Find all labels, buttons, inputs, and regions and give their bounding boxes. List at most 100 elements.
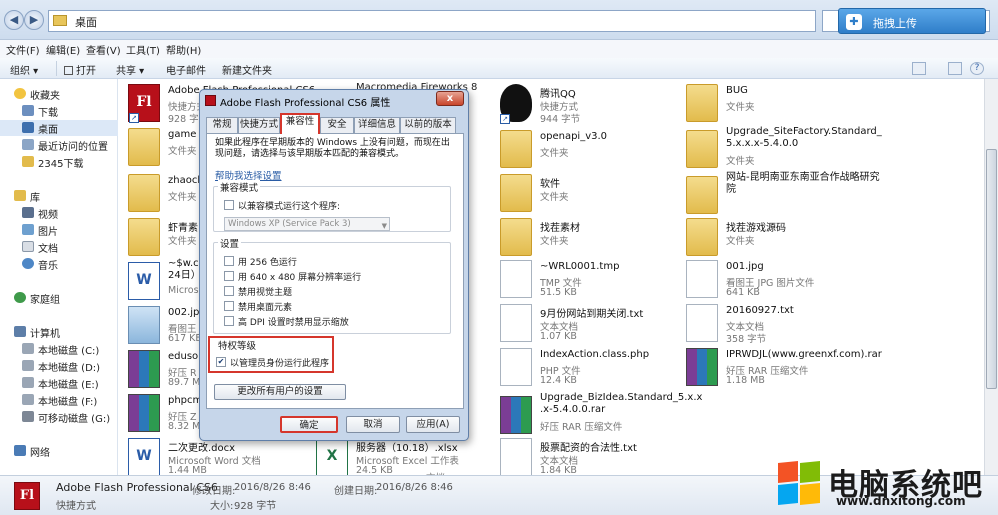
compat-mode-checkbox[interactable]: 以兼容模式运行这个程序: — [224, 199, 404, 212]
share-button[interactable]: 共享 ▾ — [116, 62, 144, 77]
nav-computer[interactable]: 计算机 — [0, 324, 118, 340]
nav-drive-f[interactable]: 本地磁盘 (F:) — [0, 392, 118, 408]
tab-compatibility[interactable]: 兼容性 — [280, 113, 320, 134]
file-name: game — [168, 129, 197, 140]
forward-button[interactable]: ▶ — [24, 10, 44, 30]
apply-button[interactable]: 应用(A) — [406, 416, 460, 433]
file-item-software[interactable]: 软件 文件夹 — [500, 172, 676, 216]
folder-icon — [686, 130, 718, 168]
address-field[interactable]: 桌面 — [48, 10, 816, 32]
nav-downloads[interactable]: 下载 — [0, 103, 118, 119]
file-item-bizidea-rar[interactable]: Upgrade_BizIdea.Standard_5.x.x .x-5.4.0.0… — [500, 392, 702, 438]
file-size: 8.32 M — [168, 421, 201, 432]
file-item-sitefactory[interactable]: Upgrade_SiteFactory.Standard_ 5.x.x.x-5.4… — [686, 126, 886, 172]
folder-icon — [500, 218, 532, 256]
file-name: 网站-昆明南亚东南亚合作战略研究院 — [726, 172, 880, 195]
nav-videos[interactable]: 视频 — [0, 205, 118, 221]
organize-button[interactable]: 组织 ▾ — [10, 62, 38, 77]
file-item-php[interactable]: IndexAction.class.php PHP 文件 12.4 KB — [500, 346, 676, 390]
file-item-iprwdjl-rar[interactable]: IPRWDJL(www.greenxf.com).rar 好压 RAR 压缩文件… — [686, 346, 886, 390]
nav-homegroup[interactable]: 家庭组 — [0, 290, 118, 306]
setting-high-dpi-checkbox[interactable]: 高 DPI 设置时禁用显示缩放 — [224, 315, 404, 328]
cancel-button[interactable]: 取消 — [346, 416, 400, 433]
new-folder-button[interactable]: 新建文件夹 — [222, 62, 272, 77]
nav-drive-g[interactable]: 可移动磁盘 (G:) — [0, 409, 118, 425]
file-item-xlsx[interactable]: X 服务器（10.18）.xlsx Microsoft Excel 工作表 24… — [316, 436, 492, 480]
setting-640x480-checkbox[interactable]: 用 640 x 480 屏幕分辨率运行 — [224, 270, 404, 283]
star-icon — [14, 88, 26, 99]
nav-label: 音乐 — [38, 261, 58, 272]
tab-general[interactable]: 常规 — [206, 117, 238, 133]
checkbox-label: 禁用桌面元素 — [238, 303, 293, 313]
nav-label: 可移动磁盘 (G:) — [38, 414, 111, 425]
nav-drive-c[interactable]: 本地磁盘 (C:) — [0, 341, 118, 357]
tab-previous-versions[interactable]: 以前的版本 — [400, 117, 456, 133]
email-button[interactable]: 电子邮件 — [166, 62, 206, 77]
file-item-gupiao-txt[interactable]: 股票配资的合法性.txt 文本文档 1.84 KB — [500, 436, 676, 480]
nav-network[interactable]: 网络 — [0, 443, 118, 459]
folder-icon — [22, 156, 34, 167]
nav-pictures[interactable]: 图片 — [0, 222, 118, 238]
file-item-openapi[interactable]: openapi_v3.0 文件夹 — [500, 128, 676, 172]
file-item-wrl-tmp[interactable]: ~WRL0001.tmp TMP 文件 51.5 KB — [500, 258, 676, 302]
file-item-kunming[interactable]: 网站-昆明南亚东南亚合作战略研究院 — [686, 172, 886, 218]
file-item-qq[interactable]: ↗ 腾讯QQ 快捷方式 944 字节 — [500, 82, 676, 126]
file-name: ~WRL0001.tmp — [540, 261, 620, 272]
tab-details[interactable]: 详细信息 — [354, 117, 400, 133]
nav-drive-d[interactable]: 本地磁盘 (D:) — [0, 358, 118, 374]
setting-disable-themes-checkbox[interactable]: 禁用视觉主题 — [224, 285, 404, 298]
network-icon — [14, 445, 26, 456]
menu-tools[interactable]: 工具(T) — [126, 42, 160, 57]
homegroup-icon — [14, 292, 26, 303]
settings-group: 设置 用 256 色运行 用 640 x 480 屏幕分辨率运行 禁用视觉主题 … — [213, 236, 451, 334]
tab-shortcut[interactable]: 快捷方式 — [238, 117, 280, 133]
view-options-icon[interactable] — [912, 62, 926, 75]
file-type: 文件夹 — [168, 236, 197, 247]
scrollbar-thumb[interactable] — [986, 149, 997, 389]
compat-mode-select[interactable]: Windows XP (Service Pack 3) ▼ — [224, 217, 390, 231]
ok-button[interactable]: 确定 — [280, 416, 338, 433]
back-button[interactable]: ◀ — [4, 10, 24, 30]
setting-256-color-checkbox[interactable]: 用 256 色运行 — [224, 255, 404, 268]
close-button[interactable]: x — [436, 91, 464, 106]
setting-disable-desktop-checkbox[interactable]: 禁用桌面元素 — [224, 300, 404, 313]
file-item-docx[interactable]: W 二次更改.docx Microsoft Word 文档 1.44 MB — [128, 436, 304, 480]
nav-music[interactable]: 音乐 — [0, 256, 118, 272]
nav-library[interactable]: 库 — [0, 188, 118, 204]
archive-icon — [500, 396, 532, 434]
vertical-scrollbar[interactable] — [984, 79, 998, 475]
file-item-bug[interactable]: BUG 文件夹 — [686, 82, 862, 126]
menu-view[interactable]: 查看(V) — [86, 42, 121, 57]
help-icon[interactable]: ? — [970, 62, 984, 75]
nav-documents[interactable]: 文档 — [0, 239, 118, 255]
nav-2345-downloads[interactable]: 2345下载 — [0, 154, 118, 170]
run-as-admin-checkbox[interactable]: ✔ 以管理员身份运行此程序 — [216, 356, 396, 369]
file-item-20160927-txt[interactable]: 20160927.txt 文本文档 358 字节 — [686, 302, 862, 346]
desktop-icon — [22, 122, 34, 133]
excel-icon: X — [316, 438, 348, 476]
file-item-zhaocha-source[interactable]: 找茬游戏源码 文件夹 — [686, 216, 862, 260]
open-button[interactable]: 打开 — [64, 62, 96, 77]
preview-pane-icon[interactable] — [948, 62, 962, 75]
nav-favorites[interactable]: 收藏夹 — [0, 86, 118, 102]
nav-recent[interactable]: 最近访问的位置 — [0, 137, 118, 153]
folder-icon — [686, 84, 718, 122]
file-name: 软件 — [540, 179, 560, 190]
menu-edit[interactable]: 编辑(E) — [46, 42, 80, 57]
checkbox-box — [224, 286, 234, 296]
file-item-001-jpg[interactable]: 001.jpg 看图王 JPG 图片文件 641 KB — [686, 258, 862, 302]
qq-penguin-icon: ↗ — [500, 84, 532, 124]
privilege-highlight: ✔ 以管理员身份运行此程序 — [208, 336, 334, 373]
nav-drive-e[interactable]: 本地磁盘 (E:) — [0, 375, 118, 391]
file-name: 找茬游戏源码 — [726, 223, 786, 234]
properties-dialog: Adobe Flash Professional CS6 属性 x 常规 快捷方… — [199, 89, 469, 441]
tab-security[interactable]: 安全 — [320, 117, 354, 133]
file-name: Upgrade_SiteFactory.Standard_ 5.x.x.x-5.4… — [726, 126, 882, 149]
upload-button[interactable]: ✚ 拖拽上传 — [838, 8, 986, 34]
change-all-users-button[interactable]: 更改所有用户的设置 — [214, 384, 346, 400]
nav-desktop[interactable]: 桌面 — [0, 120, 118, 136]
menu-help[interactable]: 帮助(H) — [166, 42, 201, 57]
file-item-9yue-txt[interactable]: 9月份网站到期关闭.txt 文本文档 1.07 KB — [500, 302, 676, 346]
file-item-zhaocha-sucai[interactable]: 找茬素材 文件夹 — [500, 216, 676, 260]
menu-file[interactable]: 文件(F) — [6, 42, 40, 57]
